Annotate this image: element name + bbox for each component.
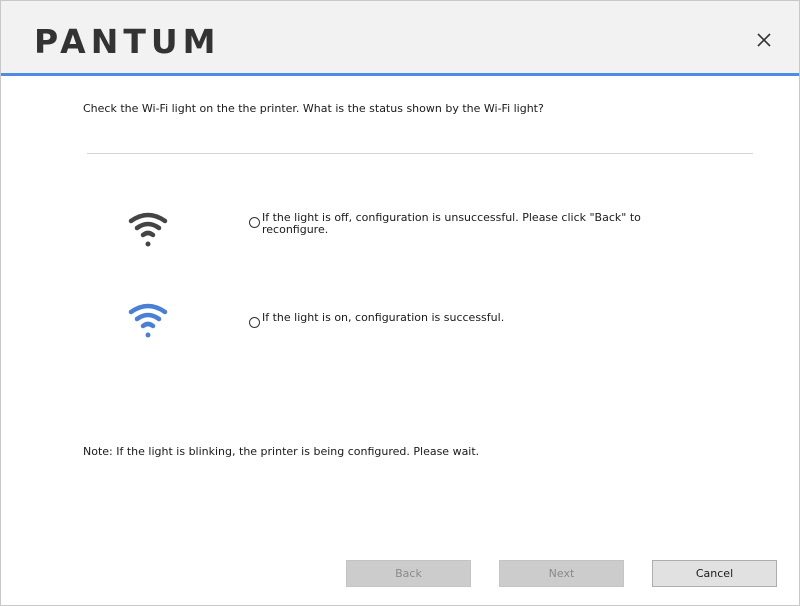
header-accent-line (1, 73, 799, 76)
close-icon (757, 33, 771, 47)
wifi-off-icon (128, 212, 168, 247)
option-light-off-label: If the light is off, configuration is un… (262, 211, 641, 236)
wifi-on-icon (128, 303, 168, 338)
question-text: Check the Wi-Fi light on the the printer… (83, 102, 544, 115)
installer-window: PANTUM Check the Wi-Fi light on the the … (0, 0, 800, 606)
radio-light-on[interactable] (249, 317, 260, 328)
header-bar: PANTUM (1, 1, 799, 73)
back-button[interactable]: Back (346, 560, 471, 587)
pantum-logo-mark: PANTUM (34, 22, 220, 61)
option-light-on[interactable]: If the light is on, configuration is suc… (249, 312, 662, 328)
close-button[interactable] (749, 25, 779, 55)
next-button[interactable]: Next (499, 560, 624, 587)
pantum-logo: PANTUM (34, 21, 264, 65)
option-light-off[interactable]: If the light is off, configuration is un… (249, 212, 662, 236)
cancel-button[interactable]: Cancel (652, 560, 777, 587)
pantum-logo-text: PANTUM (34, 22, 220, 61)
option-light-on-label: If the light is on, configuration is suc… (262, 311, 505, 324)
note-text: Note: If the light is blinking, the prin… (83, 445, 480, 458)
divider (87, 153, 753, 154)
radio-light-off[interactable] (249, 217, 260, 228)
